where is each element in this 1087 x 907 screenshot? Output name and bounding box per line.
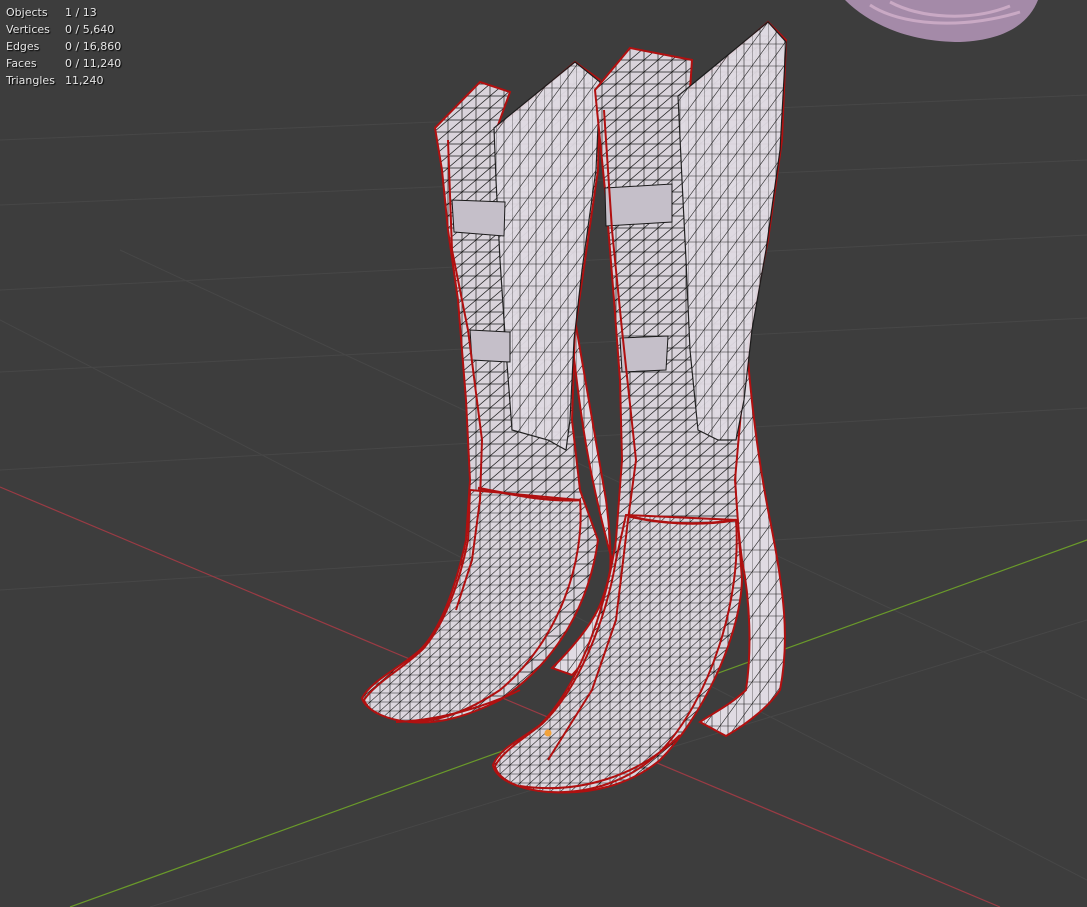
- stat-faces: Faces 0 / 11,240: [6, 55, 121, 72]
- vertex-marker[interactable]: [544, 729, 552, 737]
- viewport-statistics-overlay: Objects 1 / 13 Vertices 0 / 5,640 Edges …: [6, 4, 121, 89]
- stat-triangles: Triangles 11,240: [6, 72, 121, 89]
- stat-triangles-value: 11,240: [65, 74, 104, 87]
- stat-objects-label: Objects: [6, 6, 48, 19]
- stat-vertices: Vertices 0 / 5,640: [6, 21, 121, 38]
- stat-edges-label: Edges: [6, 40, 40, 53]
- stat-triangles-label: Triangles: [6, 74, 55, 87]
- stat-vertices-value: 0 / 5,640: [65, 23, 115, 36]
- stat-edges-value: 0 / 16,860: [65, 40, 122, 53]
- left-boot-mesh[interactable]: [360, 60, 614, 724]
- stat-faces-label: Faces: [6, 57, 37, 70]
- stat-edges: Edges 0 / 16,860: [6, 38, 121, 55]
- hair-object[interactable]: [845, 0, 1038, 42]
- 3d-viewport[interactable]: [0, 0, 1087, 907]
- stat-objects: Objects 1 / 13: [6, 4, 121, 21]
- stat-objects-value: 1 / 13: [65, 6, 97, 19]
- stat-faces-value: 0 / 11,240: [65, 57, 122, 70]
- stat-vertices-label: Vertices: [6, 23, 50, 36]
